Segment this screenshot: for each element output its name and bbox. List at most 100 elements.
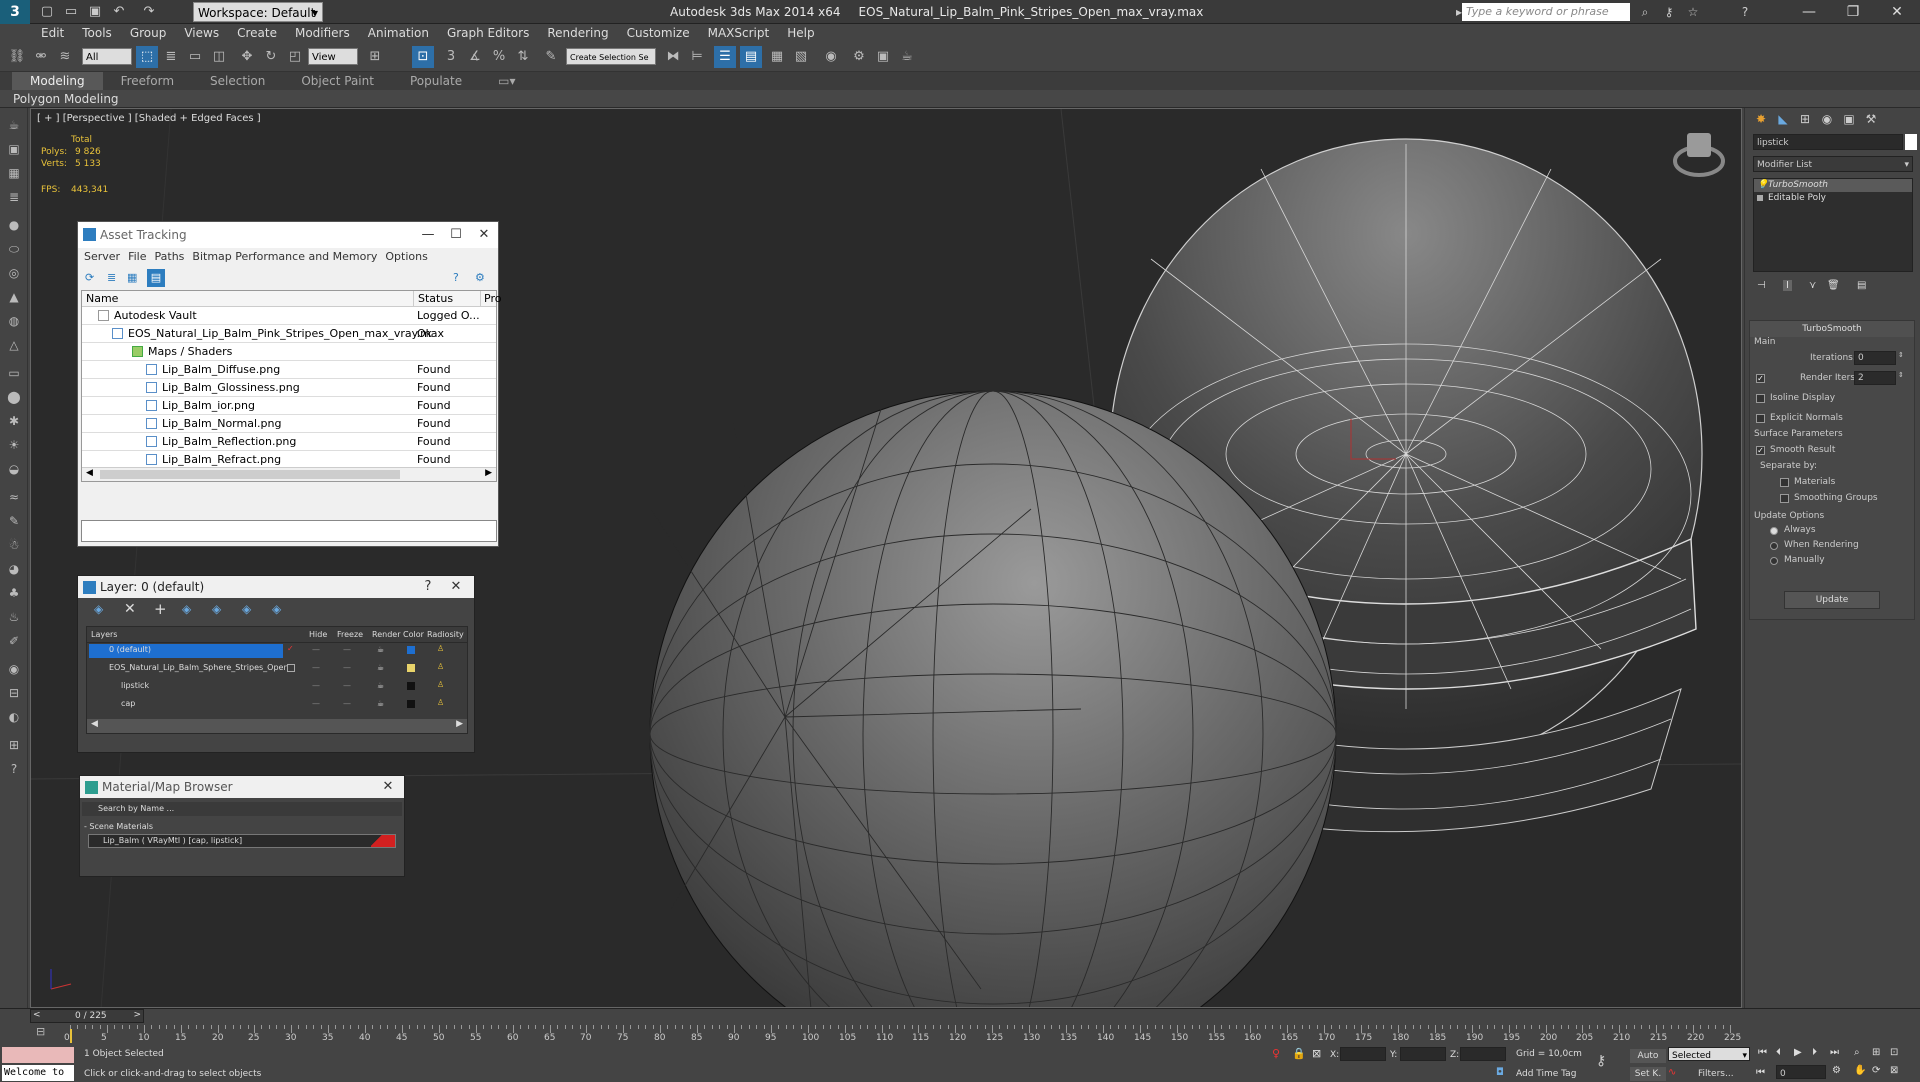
render-teapot-icon[interactable]: ☕ (377, 645, 384, 654)
star-icon[interactable]: ☆ (1684, 3, 1702, 21)
globe-icon[interactable]: ◕ (4, 560, 24, 578)
list-view-icon[interactable]: ≣ (107, 271, 121, 285)
app-logo-icon[interactable]: 3 (0, 0, 30, 24)
layer-row[interactable]: lipstick — — ☕ ♙ (87, 679, 467, 697)
table-row[interactable]: Lip_Balm_Glossiness.png Found (82, 379, 496, 397)
select-object-icon[interactable]: ⬚ (136, 46, 158, 68)
pyramid-icon[interactable]: △ (4, 336, 24, 354)
grid-icon[interactable]: ▦ (4, 164, 24, 182)
rendered-frame-icon[interactable]: ▣ (872, 46, 894, 68)
select-manipulate-icon[interactable]: ⊡ (412, 46, 434, 68)
perspective-viewport[interactable]: [ + ] [Perspective ] [Shaded + Edged Fac… (30, 108, 1742, 1008)
freeze-dash-icon[interactable]: — (343, 699, 351, 708)
spinner-snap-icon[interactable]: ⇅ (512, 46, 534, 68)
maxscript-mini-listener[interactable] (2, 1047, 74, 1063)
orbit-icon[interactable]: ⟳ (1872, 1065, 1880, 1076)
layer-color-swatch[interactable] (407, 682, 415, 690)
tab-freeform[interactable]: Freeform (103, 72, 192, 90)
render-iters-checkbox[interactable]: ✓ (1756, 374, 1765, 383)
align-icon[interactable]: ⊨ (686, 46, 708, 68)
expand-icon[interactable] (1757, 195, 1763, 201)
zoom-icon[interactable]: ⌕ (1854, 1047, 1860, 1058)
graphite-tools-icon[interactable]: ▦ (766, 46, 788, 68)
make-unique-icon[interactable]: ⋎ (1809, 280, 1816, 291)
hide-all-icon[interactable]: ◈ (242, 602, 251, 616)
freeze-dash-icon[interactable]: — (343, 645, 351, 654)
percent-snap-icon[interactable]: % (488, 46, 510, 68)
layer-color-swatch[interactable] (407, 700, 415, 708)
stack-item-turbosmooth[interactable]: 💡 TurboSmooth (1754, 179, 1912, 192)
polygon-modeling-label[interactable]: Polygon Modeling (0, 92, 119, 106)
add-time-tag[interactable]: Add Time Tag (1516, 1069, 1576, 1079)
teapot-icon[interactable]: ☕ (4, 116, 24, 134)
menu-paths[interactable]: Paths (151, 248, 189, 266)
isoline-checkbox[interactable] (1756, 394, 1765, 403)
active-layer-checkbox[interactable] (287, 664, 295, 672)
helper-icon[interactable]: ◒ (4, 460, 24, 478)
settings-icon[interactable]: ⊞ (4, 736, 24, 754)
menu-modifiers[interactable]: Modifiers (286, 24, 359, 42)
time-marker[interactable] (70, 1029, 72, 1043)
hide-dash-icon[interactable]: — (312, 645, 320, 654)
zoom-extents-icon[interactable]: ⊡ (1890, 1047, 1898, 1058)
horizontal-scrollbar[interactable]: ◀ ▶ (87, 719, 467, 733)
geosphere-icon[interactable]: ⬤ (4, 388, 24, 406)
manually-radio[interactable] (1770, 556, 1778, 565)
key-icon[interactable]: ⚷ (1660, 3, 1678, 21)
close-icon[interactable]: ✕ (470, 222, 498, 248)
scroll-right-icon[interactable]: ▶ (456, 719, 463, 729)
tree-icon[interactable]: ♣ (4, 584, 24, 602)
material-search-input[interactable]: Search by Name ... (82, 802, 402, 816)
time-config-icon[interactable]: ⚙ (1832, 1065, 1841, 1076)
binoculars-icon[interactable]: ⌕ (1636, 3, 1654, 21)
render-icon[interactable]: ☕ (896, 46, 918, 68)
always-radio[interactable] (1770, 526, 1778, 535)
layer-row[interactable]: EOS_Natural_Lip_Balm_Sphere_Stripes_Open… (87, 661, 467, 679)
flame-icon[interactable]: ♨ (4, 608, 24, 626)
freeze-dash-icon[interactable]: — (343, 681, 351, 690)
redo-icon[interactable]: ↷ (140, 3, 158, 21)
material-editor-icon[interactable]: ◉ (820, 46, 842, 68)
col-name[interactable]: Name (86, 292, 118, 305)
reference-coordinate-dropdown[interactable]: View (308, 48, 358, 65)
scrollbar-thumb[interactable] (100, 470, 400, 479)
table-row[interactable]: Lip_Balm_Diffuse.png Found (82, 361, 496, 379)
materials-checkbox[interactable] (1780, 478, 1789, 487)
isolate-icon[interactable]: ♀ (1272, 1047, 1280, 1060)
new-file-icon[interactable]: ▢ (38, 3, 56, 21)
workspace-dropdown[interactable]: Workspace: Default ▾ (193, 2, 323, 22)
scroll-left-icon[interactable]: ◀ (91, 719, 98, 729)
scale-icon[interactable]: ◰ (284, 46, 306, 68)
configure-sets-icon[interactable]: ▤ (1857, 280, 1866, 291)
menu-help[interactable]: Help (778, 24, 823, 42)
hide-dash-icon[interactable]: — (312, 699, 320, 708)
menu-create[interactable]: Create (228, 24, 286, 42)
motion-tab-icon[interactable]: ◉ (1817, 110, 1837, 128)
create-tab-icon[interactable]: ✸ (1751, 110, 1771, 128)
z-coordinate-field[interactable] (1460, 1047, 1506, 1061)
menu-maxscript[interactable]: MAXScript (699, 24, 779, 42)
y-coordinate-field[interactable] (1400, 1047, 1446, 1061)
table-row[interactable]: EOS_Natural_Lip_Balm_Pink_Stripes_Open_m… (82, 325, 496, 343)
window-crossing-icon[interactable]: ◫ (208, 46, 230, 68)
lock-selection-icon[interactable]: 🔒 (1292, 1047, 1306, 1060)
show-end-result-icon[interactable]: Ⅰ (1783, 280, 1792, 291)
tab-modeling[interactable]: Modeling (12, 72, 103, 90)
menu-group[interactable]: Group (121, 24, 176, 42)
stack-item-editable-poly[interactable]: Editable Poly (1754, 192, 1912, 205)
angle-snap-icon[interactable]: ∡ (464, 46, 486, 68)
curve-editor-icon[interactable]: ▧ (790, 46, 812, 68)
col-radiosity[interactable]: Radiosity (427, 630, 464, 639)
tab-selection[interactable]: Selection (192, 72, 283, 90)
pan-icon[interactable]: ✋ (1854, 1065, 1866, 1076)
hide-dash-icon[interactable]: — (312, 681, 320, 690)
radiosity-icon[interactable]: ♙ (437, 644, 444, 653)
viewcube-icon[interactable] (1673, 133, 1725, 177)
viewport-label[interactable]: [ + ] [Perspective ] [Shaded + Edged Fac… (37, 113, 261, 124)
update-button[interactable]: Update (1784, 591, 1880, 609)
col-layers[interactable]: Layers (91, 630, 117, 639)
scroll-left-icon[interactable]: ◀ (86, 468, 93, 478)
key-mode-toggle-icon[interactable]: ⏮ (1756, 1067, 1765, 1078)
lightbulb-icon[interactable]: 💡 (1757, 179, 1768, 192)
track-bar-icon[interactable]: ⊟ (36, 1025, 54, 1041)
